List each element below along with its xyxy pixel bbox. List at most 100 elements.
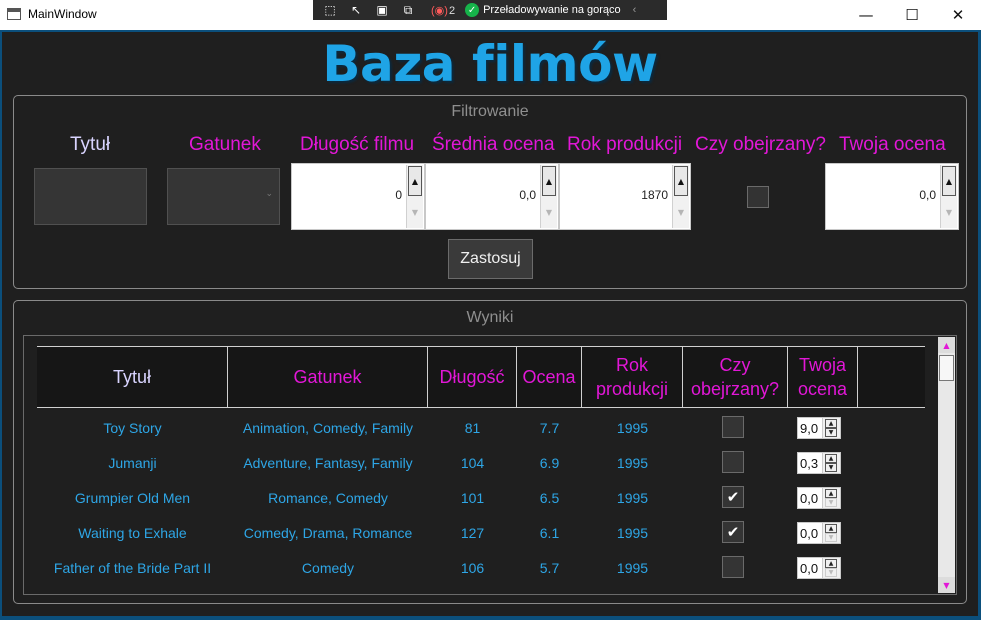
increment-button[interactable]: ▲ (825, 524, 837, 533)
decrement-button[interactable]: ▼ (825, 463, 837, 472)
table-row[interactable]: Waiting to Exhale Comedy, Drama, Romance… (37, 515, 925, 550)
decrement-button[interactable]: ▼ (942, 197, 956, 227)
increment-button[interactable]: ▲ (408, 166, 422, 196)
spinner: ▲ ▼ (540, 165, 557, 228)
increment-button[interactable]: ▲ (542, 166, 556, 196)
table-row[interactable]: Father of the Bride Part II Comedy 106 5… (37, 550, 925, 585)
filter-length-stepper[interactable]: 0 ▲ ▼ (291, 163, 425, 230)
cell-year: 1995 (616, 489, 649, 506)
cell-watched-checkbox[interactable]: ✔ (722, 521, 744, 543)
debug-toolbar: ⬚ ↖ ▣ ⧉ (◉)2 ✓ Przeładowywanie na gorąco… (313, 0, 667, 20)
cell-title: Toy Story (103, 419, 162, 436)
filter-avg-rating-stepper[interactable]: 0,0 ▲ ▼ (425, 163, 559, 230)
cell-year: 1995 (616, 559, 649, 576)
increment-button[interactable]: ▲ (942, 166, 956, 196)
cell-my-rating-stepper[interactable]: 0,3 ▲ ▼ (797, 452, 841, 474)
column-header-watched[interactable]: Czy obejrzany? (683, 347, 788, 407)
column-header-title[interactable]: Tytuł (37, 347, 228, 407)
cell-my-rating-stepper[interactable]: 0,0 ▲ ▼ (797, 522, 841, 544)
decrement-button[interactable]: ▼ (542, 197, 556, 227)
cell-length: 104 (460, 454, 485, 471)
cell-genre: Adventure, Fantasy, Family (243, 454, 413, 471)
binding-failures-badge[interactable]: (◉)2 (431, 4, 455, 17)
decrement-button[interactable]: ▼ (825, 568, 837, 577)
maximize-button[interactable]: ☐ (889, 0, 935, 30)
filter-year-stepper[interactable]: 1870 ▲ ▼ (559, 163, 691, 230)
close-button[interactable]: ✕ (935, 0, 981, 30)
cell-my-rating-value: 0,0 (800, 561, 819, 576)
column-header-length[interactable]: Długość (428, 347, 517, 407)
filter-groupbox: Filtrowanie Tytuł Gatunek Długość filmu … (13, 95, 967, 289)
column-header-year-line1: Rok (615, 354, 648, 375)
filter-label-watched: Czy obejrzany? (695, 134, 826, 155)
filter-label-genre: Gatunek (189, 134, 261, 155)
table-row[interactable]: Grumpier Old Men Romance, Comedy 101 6.5… (37, 480, 925, 515)
spinner: ▲ ▼ (822, 453, 840, 473)
track-focus-icon[interactable]: ⧉ (399, 2, 417, 18)
vertical-scrollbar[interactable]: ▲ ▼ (938, 337, 955, 593)
scroll-down-arrow-icon[interactable]: ▼ (938, 577, 955, 593)
cell-length: 101 (460, 489, 485, 506)
pointer-icon[interactable]: ↖ (347, 2, 365, 18)
increment-button[interactable]: ▲ (674, 166, 688, 196)
cell-my-rating-value: 0,0 (800, 526, 819, 541)
decrement-button[interactable]: ▼ (674, 197, 688, 227)
column-header-my-rating[interactable]: Twoja ocena (788, 347, 858, 407)
cell-watched-checkbox[interactable] (722, 556, 744, 578)
spinner: ▲ ▼ (406, 165, 423, 228)
cell-genre: Comedy (301, 559, 355, 576)
decrement-button[interactable]: ▼ (825, 533, 837, 542)
table-row[interactable]: Toy Story Animation, Comedy, Family 81 7… (37, 410, 925, 445)
binding-failures-count: 2 (448, 4, 456, 17)
scroll-up-arrow-icon[interactable]: ▲ (938, 337, 955, 353)
spinner: ▲ ▼ (822, 488, 840, 508)
cell-length: 106 (460, 559, 485, 576)
cell-watched-checkbox[interactable] (722, 451, 744, 473)
increment-button[interactable]: ▲ (825, 489, 837, 498)
cell-my-rating-stepper[interactable]: 0,0 ▲ ▼ (797, 557, 841, 579)
column-header-my-rating-line2: ocena (797, 379, 848, 399)
increment-button[interactable]: ▲ (825, 454, 837, 463)
cell-rating: 7.7 (539, 419, 560, 436)
collapse-toolbar-icon[interactable]: ‹ (633, 4, 637, 16)
filter-watched-checkbox[interactable] (747, 186, 769, 208)
filter-my-rating-value: 0,0 (919, 188, 936, 202)
column-header-my-rating-line1: Twoja (798, 354, 847, 375)
table-row[interactable]: Jumanji Adventure, Fantasy, Family 104 6… (37, 445, 925, 480)
cell-my-rating-stepper[interactable]: 0,0 ▲ ▼ (797, 487, 841, 509)
increment-button[interactable]: ▲ (825, 419, 837, 428)
window-title: MainWindow (28, 7, 97, 21)
hot-reload-status[interactable]: Przeładowywanie na gorąco (483, 4, 621, 16)
filter-genre-combobox[interactable]: ⌄ (167, 168, 280, 225)
select-element-icon[interactable]: ⬚ (321, 2, 339, 18)
apply-button[interactable]: Zastosuj (448, 239, 533, 279)
filter-year-value: 1870 (641, 188, 668, 202)
cell-rating: 6.9 (539, 454, 560, 471)
column-header-genre[interactable]: Gatunek (228, 347, 428, 407)
column-header-year[interactable]: Rok produkcji (582, 347, 683, 407)
cell-watched-checkbox[interactable] (722, 416, 744, 438)
cell-watched-checkbox[interactable]: ✔ (722, 486, 744, 508)
display-layout-adorner-icon[interactable]: ▣ (373, 2, 391, 18)
filter-group-header: Filtrowanie (451, 103, 529, 120)
main-window-content: Baza filmów Filtrowanie Tytuł Gatunek Dł… (2, 32, 978, 616)
app-window-icon (7, 8, 21, 20)
filter-my-rating-stepper[interactable]: 0,0 ▲ ▼ (825, 163, 959, 230)
column-header-year-line2: produkcji (595, 379, 669, 399)
filter-title-input[interactable] (34, 168, 147, 225)
increment-button[interactable]: ▲ (825, 559, 837, 568)
column-header-rating[interactable]: Ocena (517, 347, 582, 407)
decrement-button[interactable]: ▼ (825, 428, 837, 437)
datagrid-header: Tytuł Gatunek Długość Ocena Rok produkcj… (37, 346, 925, 408)
decrement-button[interactable]: ▼ (408, 197, 422, 227)
results-datagrid: Tytuł Gatunek Długość Ocena Rok produkcj… (23, 335, 957, 595)
chevron-down-icon: ⌄ (265, 189, 273, 199)
minimize-button[interactable]: — (843, 0, 889, 30)
cell-rating: 5.7 (539, 559, 560, 576)
cell-year: 1995 (616, 524, 649, 541)
cell-my-rating-stepper[interactable]: 9,0 ▲ ▼ (797, 417, 841, 439)
decrement-button[interactable]: ▼ (825, 498, 837, 507)
scrollbar-thumb[interactable] (939, 355, 954, 381)
cell-year: 1995 (616, 419, 649, 436)
cell-title: Father of the Bride Part II (53, 559, 212, 576)
